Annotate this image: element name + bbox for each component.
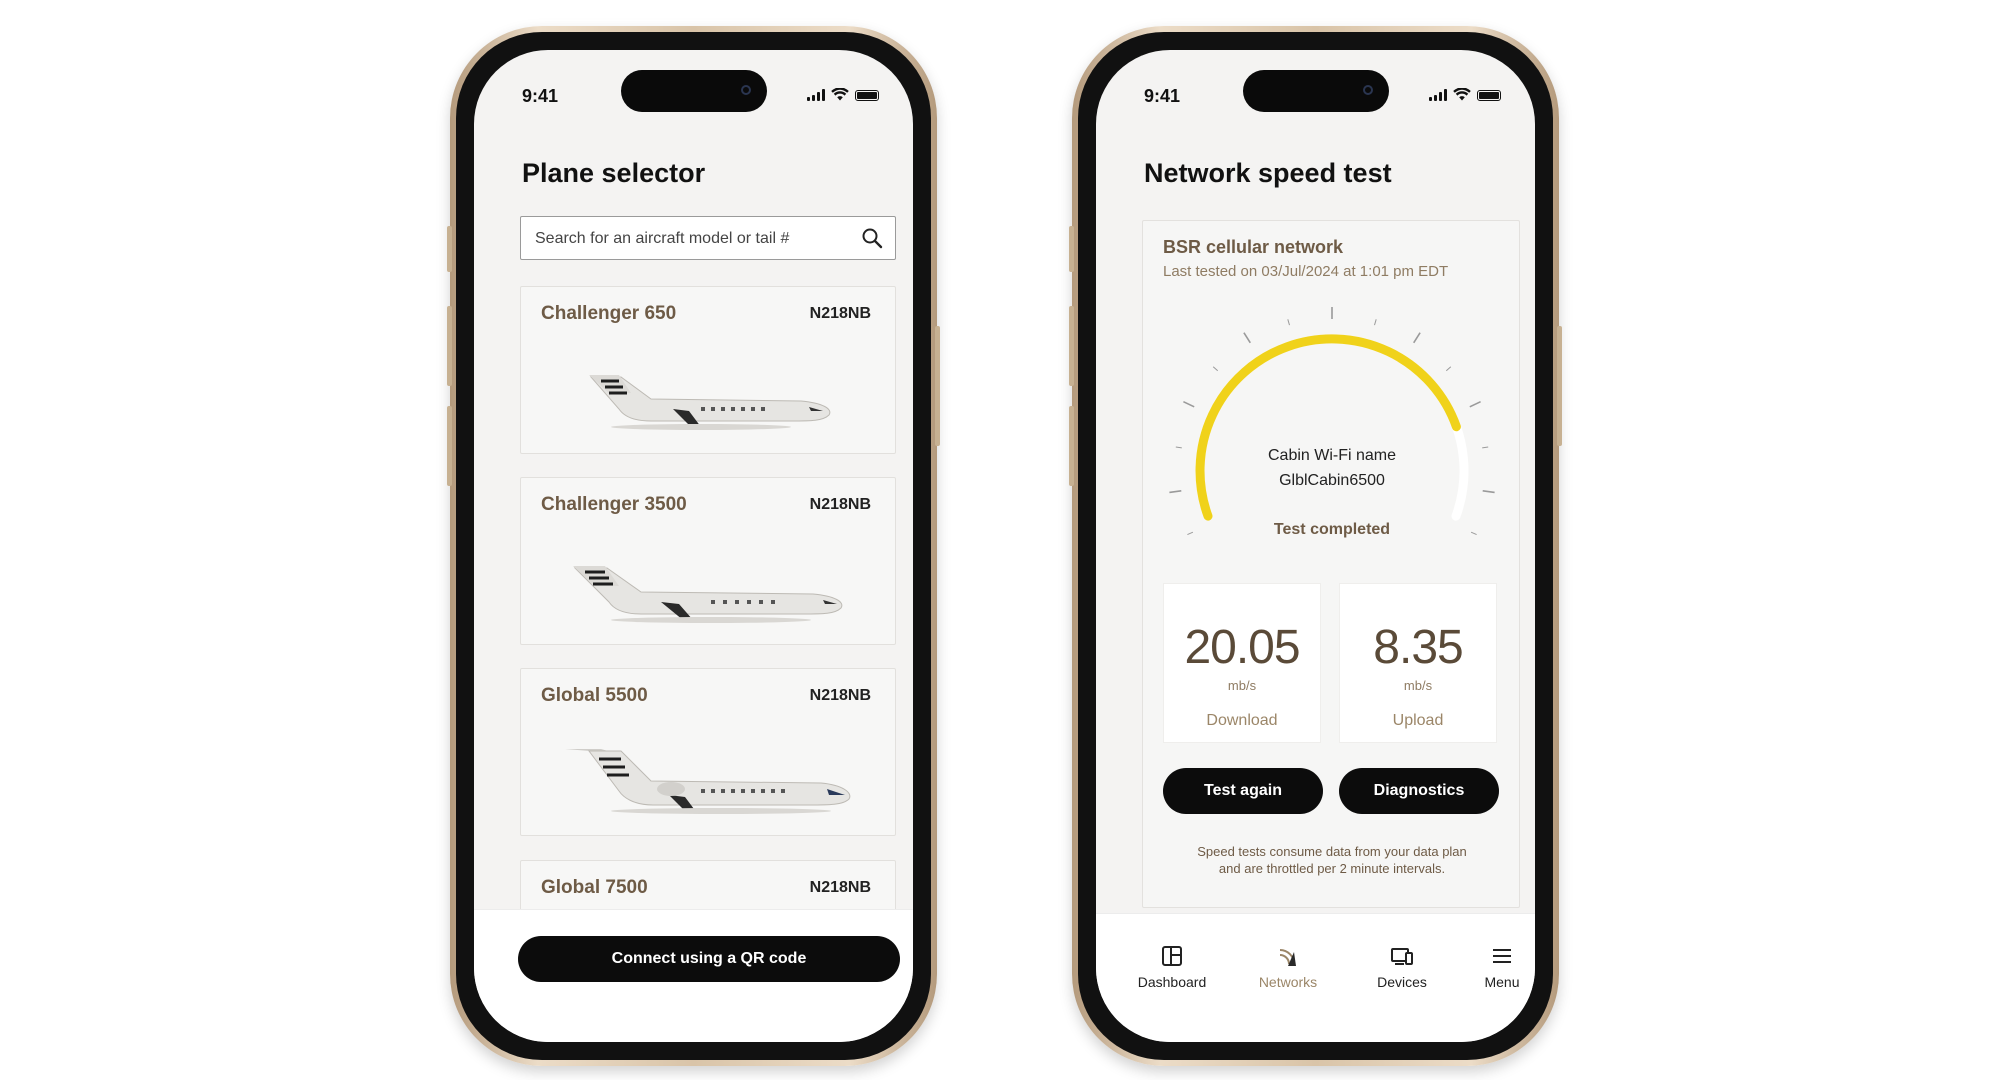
screen: 9:41 Plane selector Challenger 650 N218N… bbox=[474, 50, 913, 1042]
tab-menu[interactable]: Menu bbox=[1454, 944, 1535, 990]
download-stat: 20.05 mb/s Download bbox=[1163, 583, 1321, 743]
phone-plane-selector: 9:41 Plane selector Challenger 650 N218N… bbox=[447, 26, 940, 1066]
gauge-tick bbox=[1374, 319, 1377, 326]
status-time: 9:41 bbox=[1144, 86, 1181, 106]
test-status: Test completed bbox=[1273, 521, 1391, 538]
download-unit: mb/s bbox=[1227, 678, 1257, 693]
gauge-tick bbox=[1469, 400, 1481, 408]
side-button bbox=[1557, 326, 1562, 446]
wifi-name: GlblCabin6500 bbox=[1279, 472, 1385, 489]
search-icon[interactable] bbox=[861, 227, 883, 249]
gauge-tick bbox=[1413, 332, 1421, 344]
tab-dashboard[interactable]: Dashboard bbox=[1124, 944, 1220, 990]
disclaimer: Speed tests consume data from your data … bbox=[1143, 843, 1521, 877]
side-button bbox=[447, 306, 452, 386]
disclaimer-line: and are throttled per 2 minute intervals… bbox=[1218, 861, 1446, 876]
aircraft-card[interactable]: Challenger 3500 N218NB bbox=[520, 477, 896, 645]
menu-icon bbox=[1493, 949, 1511, 963]
gauge-tick bbox=[1287, 319, 1290, 326]
network-card: BSR cellular network Last tested on 03/J… bbox=[1142, 220, 1520, 908]
side-button bbox=[1069, 306, 1074, 386]
side-button bbox=[447, 406, 452, 486]
aircraft-tail: N218NB bbox=[809, 496, 871, 513]
wifi-label: Cabin Wi-Fi name bbox=[1267, 447, 1397, 464]
devices-icon bbox=[1391, 948, 1413, 965]
gauge-tick bbox=[1212, 366, 1219, 372]
search-box[interactable] bbox=[520, 216, 896, 261]
tab-label: Devices bbox=[1377, 974, 1427, 990]
search-input[interactable] bbox=[533, 217, 837, 261]
side-button bbox=[1069, 226, 1074, 272]
disclaimer-line: Speed tests consume data from your data … bbox=[1197, 844, 1467, 859]
signal-icon bbox=[1429, 89, 1447, 101]
phone-bezel: 9:41 Network speed test BSR cellular net… bbox=[1078, 32, 1553, 1060]
aircraft-image bbox=[565, 749, 851, 814]
aircraft-model: Global 5500 bbox=[541, 685, 648, 706]
status-icons bbox=[1429, 88, 1501, 101]
side-button bbox=[1069, 406, 1074, 486]
dynamic-island bbox=[1242, 70, 1389, 112]
camera-icon bbox=[740, 85, 751, 95]
tab-bar: Dashboard Networks Devices Menu bbox=[1096, 913, 1535, 1042]
tab-networks[interactable]: Networks bbox=[1240, 944, 1336, 990]
battery-icon bbox=[1477, 90, 1501, 101]
phone-bezel: 9:41 Plane selector Challenger 650 N218N… bbox=[456, 32, 931, 1060]
page-title: Network speed test bbox=[1144, 158, 1392, 188]
upload-label: Upload bbox=[1392, 712, 1444, 729]
gauge-tick bbox=[1169, 490, 1182, 494]
page-title: Plane selector bbox=[522, 158, 706, 188]
gauge-tick bbox=[1482, 490, 1495, 494]
tab-label: Networks bbox=[1258, 974, 1318, 990]
connect-qr-button[interactable]: Connect using a QR code bbox=[518, 936, 900, 982]
status-time: 9:41 bbox=[522, 86, 559, 106]
aircraft-tail: N218NB bbox=[809, 305, 871, 322]
aircraft-card[interactable]: Challenger 650 N218NB bbox=[520, 286, 896, 454]
test-again-button[interactable]: Test again bbox=[1163, 768, 1323, 814]
aircraft-model: Challenger 650 bbox=[541, 303, 677, 324]
tab-label: Dashboard bbox=[1137, 974, 1207, 990]
aircraft-model: Global 7500 bbox=[541, 877, 648, 898]
gauge-tick bbox=[1445, 366, 1452, 372]
bottom-action-bar: Connect using a QR code bbox=[474, 909, 913, 1042]
phone-speed-test: 9:41 Network speed test BSR cellular net… bbox=[1069, 26, 1562, 1066]
aircraft-tail: N218NB bbox=[809, 687, 871, 704]
tab-devices[interactable]: Devices bbox=[1354, 944, 1450, 990]
aircraft-image bbox=[589, 375, 831, 430]
upload-unit: mb/s bbox=[1403, 678, 1433, 693]
upload-stat: 8.35 mb/s Upload bbox=[1339, 583, 1497, 743]
networks-icon bbox=[1279, 949, 1296, 966]
battery-icon bbox=[855, 90, 879, 101]
status-icons bbox=[807, 88, 879, 101]
wifi-icon bbox=[831, 88, 849, 101]
download-label: Download bbox=[1206, 712, 1278, 729]
aircraft-tail: N218NB bbox=[809, 879, 871, 896]
gauge-tick bbox=[1183, 400, 1195, 408]
signal-icon bbox=[807, 89, 825, 101]
gauge-tick bbox=[1243, 332, 1251, 344]
network-name: BSR cellular network bbox=[1163, 237, 1344, 257]
camera-icon bbox=[1362, 85, 1373, 95]
aircraft-image bbox=[573, 566, 843, 623]
aircraft-model: Challenger 3500 bbox=[541, 494, 687, 515]
side-button bbox=[447, 226, 452, 272]
aircraft-card[interactable]: Global 5500 N218NB bbox=[520, 668, 896, 836]
wifi-icon bbox=[1453, 88, 1471, 101]
screen: 9:41 Network speed test BSR cellular net… bbox=[1096, 50, 1535, 1042]
upload-value: 8.35 bbox=[1373, 621, 1463, 674]
download-value: 20.05 bbox=[1184, 621, 1300, 674]
dashboard-icon bbox=[1162, 946, 1182, 966]
diagnostics-button[interactable]: Diagnostics bbox=[1339, 768, 1499, 814]
tab-label: Menu bbox=[1484, 974, 1520, 990]
dynamic-island bbox=[620, 70, 767, 112]
last-tested: Last tested on 03/Jul/2024 at 1:01 pm ED… bbox=[1163, 263, 1449, 280]
side-button bbox=[935, 326, 940, 446]
